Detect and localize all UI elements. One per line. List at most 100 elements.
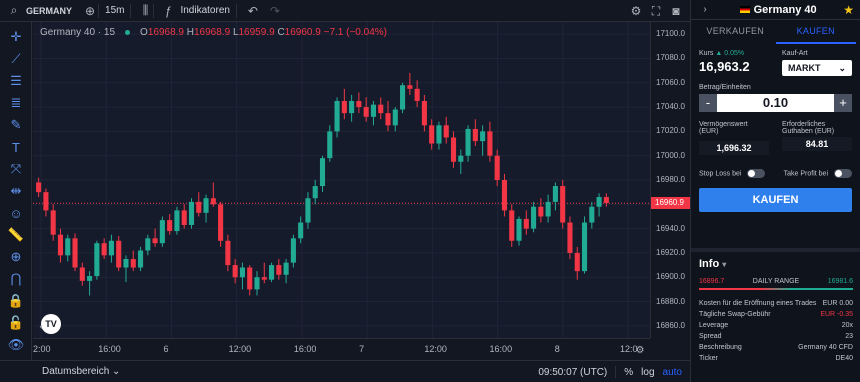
candle-body (167, 220, 173, 232)
indicators-button[interactable]: ƒ Indikatoren (154, 0, 235, 22)
candle (247, 265, 253, 296)
text-icon[interactable]: T (0, 136, 32, 158)
redo-icon[interactable]: ↷ (267, 3, 283, 19)
candle-body (254, 277, 260, 290)
percent-toggle[interactable]: % (624, 367, 633, 378)
crosshair-icon[interactable]: ✛ (0, 26, 32, 48)
candle (581, 216, 588, 274)
ruler-icon[interactable]: 📏 (0, 224, 32, 246)
candle-body (298, 222, 304, 239)
price-tick: 16920.0 (656, 247, 685, 257)
time-tick: 2:00 (33, 344, 51, 354)
divider (130, 3, 132, 18)
log-toggle[interactable]: log (641, 367, 654, 378)
candle-body (436, 125, 442, 144)
horizontal-lines-icon[interactable]: ☰ (0, 70, 32, 92)
candle (254, 271, 260, 296)
time-tick: 6 (163, 344, 169, 354)
date-range-button[interactable]: Datumsbereich ⌄ (42, 366, 120, 377)
candle-body (370, 104, 376, 117)
lock-icon[interactable]: 🔒 (0, 290, 32, 312)
add-symbol-icon[interactable]: ⊕ (82, 3, 98, 19)
candle (94, 240, 100, 280)
candle-body (450, 137, 457, 162)
candle (552, 182, 558, 211)
interval-selector[interactable]: 15m (99, 0, 130, 22)
candle (290, 234, 296, 268)
amount-stepper: - 0.10 + (699, 94, 852, 112)
takeprofit-label: Take Profit bei (783, 170, 828, 178)
candle-body (567, 222, 573, 253)
candle (531, 201, 537, 233)
magnet-icon[interactable]: ⋂ (0, 268, 32, 290)
candle-body (327, 131, 333, 159)
auto-toggle[interactable]: auto (663, 367, 682, 378)
decrease-button[interactable]: - (699, 94, 717, 112)
prediction-icon[interactable]: ⇹ (0, 180, 32, 202)
price-axis[interactable]: 17100.0 17080.0 17060.0 17040.0 17020.0 17000… (650, 22, 691, 338)
undo-icon[interactable]: ↶ (245, 3, 261, 19)
candle-body (574, 252, 580, 272)
smiley-icon[interactable]: ☺ (0, 202, 32, 224)
tab-verkaufen[interactable]: VERKAUFEN (695, 20, 776, 44)
time-tick: 16:00 (489, 344, 513, 354)
price-tick: 17040.0 (656, 102, 685, 112)
buy-button[interactable]: KAUFEN (699, 188, 852, 212)
time-axis[interactable]: 2:00 16:00 6 12:00 16:00 7 12:00 16:00 8 12:0 ⚙ (33, 338, 650, 360)
camera-icon[interactable]: ◙ (668, 3, 684, 19)
info-row: Tägliche Swap-Gebühr EUR -0.35 (699, 309, 853, 320)
candle-body (57, 234, 64, 256)
candle (341, 88, 347, 120)
symbol-selector[interactable]: ⌕ GERMANY (0, 0, 78, 22)
last-price-label: 16960.9 (651, 197, 691, 210)
info-header[interactable]: Info ▾ (699, 258, 853, 270)
vermoegen-block: Vermögenswert (EUR) 1,696.32 (699, 121, 769, 155)
pattern-icon[interactable]: ⤧ (0, 158, 32, 180)
collapse-icon[interactable]: ‹ (33, 318, 49, 334)
candle (363, 97, 369, 122)
trendline-icon[interactable]: ⟋ (0, 48, 32, 70)
candles-icon[interactable]: ⫼ (137, 3, 153, 19)
settings-icon[interactable]: ⚙ (628, 3, 644, 19)
info-section: Info ▾ 16896.7 DAILY RANGE 16981.6 Koste… (691, 248, 860, 382)
favorite-star-icon[interactable]: ★ (843, 3, 854, 17)
fullscreen-icon[interactable]: ⛶ (648, 3, 664, 19)
order-type-select[interactable]: MARKT ⌄ (782, 60, 852, 76)
time-tick: 12:00 (228, 344, 252, 354)
low-value: 16959.9 (238, 27, 275, 38)
candle (174, 206, 180, 235)
bottom-right: 09:50:07 (UTC) % log auto (538, 361, 682, 382)
candle (545, 194, 551, 223)
candle-body (414, 88, 420, 101)
collapse-panel-icon[interactable]: › (697, 2, 713, 18)
kurs-change: ▲ 0.05% (715, 50, 745, 57)
lock-drawings-icon[interactable]: 🔓 (0, 312, 32, 334)
candle-body (50, 210, 56, 235)
candle-body (152, 238, 158, 244)
price-tick: 16900.0 (656, 272, 685, 282)
order-form: Kurs ▲ 0.05% 16,963.2 Kauf-Art MARKT ⌄ Be… (691, 44, 860, 218)
candle (356, 92, 362, 114)
change-value: −7.1 (−0.04%) (323, 27, 387, 38)
candle (494, 149, 500, 187)
instrument-title: Germany 40 (713, 4, 843, 16)
increase-button[interactable]: + (834, 94, 852, 112)
amount-input[interactable]: 0.10 (717, 94, 834, 112)
candle (458, 149, 464, 174)
candle-body (421, 101, 427, 126)
brush-icon[interactable]: ✎ (0, 114, 32, 136)
candle-body (516, 218, 522, 241)
fib-icon[interactable]: ≣ (0, 92, 32, 114)
candle-body (210, 198, 216, 205)
chart-area[interactable]: TV ‹ (33, 22, 650, 338)
stoploss-toggle[interactable] (747, 169, 766, 178)
takeprofit-toggle[interactable] (834, 169, 852, 178)
time-tick: 8 (554, 344, 560, 354)
open-label: O (140, 27, 148, 38)
zoom-in-icon[interactable]: ⊕ (0, 246, 32, 268)
tab-kaufen[interactable]: KAUFEN (775, 20, 856, 44)
candle-body (218, 204, 224, 241)
kurs-label: Kurs (699, 50, 714, 57)
eye-icon[interactable]: 👁 (0, 334, 32, 356)
axis-settings-icon[interactable]: ⚙ (632, 342, 648, 358)
